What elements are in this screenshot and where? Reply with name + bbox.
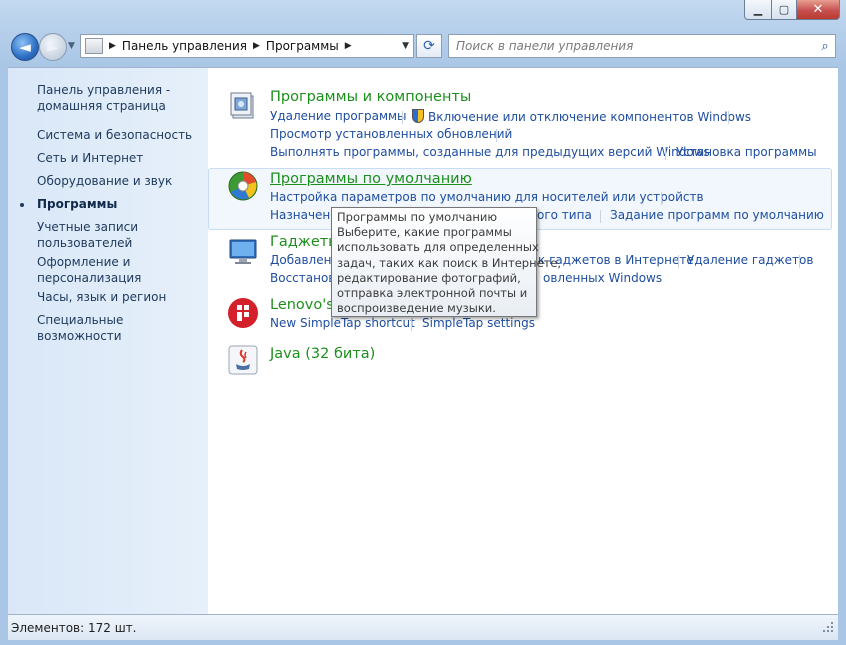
lenovo-simpletap-icon xyxy=(228,298,258,328)
default-programs-icon xyxy=(228,171,258,201)
sidebar-item-accessibility[interactable]: Специальные возможности xyxy=(37,312,202,344)
sidebar: Панель управления - домашняя страница Си… xyxy=(8,68,208,614)
tooltip-default-programs: Программы по умолчанию Выберите, какие п… xyxy=(331,207,562,317)
link-windows-features[interactable]: Включение или отключение компонентов Win… xyxy=(412,109,751,124)
link-autoplay-settings[interactable]: Настройка параметров по умолчанию для но… xyxy=(270,190,704,204)
tooltip-line: отправка электронной почты и xyxy=(337,286,528,301)
link-separator xyxy=(496,129,497,142)
tooltip-title: Программы по умолчанию xyxy=(337,210,498,224)
link-restore-gadgets-tail[interactable]: овленных Windows xyxy=(543,271,662,285)
resize-grip-icon[interactable] xyxy=(822,621,834,633)
category-title-gadgets[interactable]: Гаджеты xyxy=(270,234,340,250)
sidebar-item-home[interactable]: Панель управления - домашняя страница xyxy=(37,82,202,114)
maximize-button[interactable]: ▢ xyxy=(772,0,797,20)
sidebar-item-clock-language[interactable]: Часы, язык и регион xyxy=(37,289,202,305)
back-button[interactable]: ◄ xyxy=(11,33,39,61)
link-uninstall-program[interactable]: Удаление программы xyxy=(270,109,407,123)
sidebar-item-programs[interactable]: Программы xyxy=(20,196,202,212)
programs-features-icon xyxy=(230,92,254,119)
link-separator xyxy=(678,255,679,268)
link-label: Включение или отключение компонентов Win… xyxy=(428,110,752,124)
sidebar-item-hardware[interactable]: Оборудование и звук xyxy=(37,173,202,189)
search-input[interactable] xyxy=(449,38,815,54)
link-restore-gadgets[interactable]: Восстанов xyxy=(270,271,335,285)
link-simpletap-shortcut[interactable]: New SimpleTap shortcut xyxy=(270,316,415,330)
link-set-default-programs[interactable]: Задание программ по умолчанию xyxy=(610,208,824,222)
close-button[interactable]: ✕ xyxy=(797,0,840,20)
link-associate-file-type-tail[interactable]: ого типа xyxy=(537,208,592,222)
link-install-program[interactable]: Установка программы xyxy=(676,145,817,159)
minimize-button[interactable]: ▁ xyxy=(744,0,772,20)
recent-pages-dropdown-icon[interactable]: ▼ xyxy=(68,41,75,51)
address-dropdown-icon[interactable]: ▼ xyxy=(402,41,409,51)
tooltip-line: использовать для определенных xyxy=(337,240,539,255)
breadcrumb-control-panel[interactable]: Панель управления xyxy=(122,39,247,53)
uac-shield-icon xyxy=(412,109,424,123)
category-title-lenovo[interactable]: Lenovo's xyxy=(270,297,334,313)
link-separator xyxy=(411,318,412,331)
chevron-right-icon[interactable]: ▶ xyxy=(253,41,260,51)
link-separator xyxy=(600,210,601,223)
link-online-gadgets[interactable]: к гаджетов в Интернете xyxy=(538,253,694,267)
category-title-programs[interactable]: Программы и компоненты xyxy=(270,89,471,105)
link-separator xyxy=(665,147,666,160)
refresh-button[interactable]: ⟳ xyxy=(416,34,442,58)
address-bar[interactable]: ▶ Панель управления ▶ Программы ▶ ▼ xyxy=(80,34,414,58)
tooltip-line: задач, таких как поиск в Интернете, xyxy=(337,255,562,270)
category-programs: Программы и компоненты Удаление программ… xyxy=(208,86,830,160)
gadgets-icon xyxy=(229,239,257,264)
search-icon[interactable]: ⌕ xyxy=(815,39,835,54)
category-java: Java (32 бита) xyxy=(208,342,830,378)
status-bar: Элементов: 172 шт. xyxy=(8,614,838,640)
link-separator xyxy=(728,111,729,124)
items-count: Элементов: 172 шт. xyxy=(11,621,137,635)
category-title-java[interactable]: Java (32 бита) xyxy=(270,346,375,362)
link-simpletap-settings[interactable]: SimpleTap settings xyxy=(422,316,535,330)
window-controls: ▁ ▢ ✕ xyxy=(744,0,840,20)
tooltip-line: редактирование фотографий, xyxy=(337,270,521,285)
category-title-default-programs[interactable]: Программы по умолчанию xyxy=(270,171,472,187)
link-separator xyxy=(402,111,403,124)
chevron-right-icon[interactable]: ▶ xyxy=(109,41,116,51)
java-icon xyxy=(228,345,258,375)
client-area: Панель управления - домашняя страница Си… xyxy=(8,67,838,614)
link-compatibility[interactable]: Выполнять программы, созданные для преды… xyxy=(270,145,710,159)
navigation-bar: ◄ ► ▼ ▶ Панель управления ▶ Программы ▶ … xyxy=(8,32,838,61)
breadcrumb-programs[interactable]: Программы xyxy=(266,39,339,53)
control-panel-window: ▁ ▢ ✕ ◄ ► ▼ ▶ Панель управления ▶ Програ… xyxy=(0,0,846,645)
main-panel: Программы и компоненты Удаление программ… xyxy=(208,68,838,614)
chevron-right-icon[interactable]: ▶ xyxy=(345,41,352,51)
active-bullet xyxy=(20,203,24,207)
link-add-gadgets[interactable]: Добавлени xyxy=(270,253,339,267)
link-uninstall-gadget[interactable]: Удаление гаджетов xyxy=(687,253,813,267)
link-separator xyxy=(661,192,662,205)
sidebar-item-accounts[interactable]: Учетные записи пользователей xyxy=(37,219,202,251)
sidebar-item-appearance[interactable]: Оформление и персонализация xyxy=(37,254,202,286)
forward-button[interactable]: ► xyxy=(39,33,67,61)
search-box[interactable]: ⌕ xyxy=(448,34,836,58)
link-installed-updates[interactable]: Просмотр установленных обновлений xyxy=(270,127,512,141)
tooltip-line: Выберите, какие программы xyxy=(337,225,512,240)
tooltip-line: воспроизведение музыки. xyxy=(337,301,496,316)
sidebar-item-security[interactable]: Система и безопасность xyxy=(37,127,202,143)
sidebar-item-label: Программы xyxy=(37,197,118,211)
sidebar-item-network[interactable]: Сеть и Интернет xyxy=(37,150,202,166)
link-separator xyxy=(799,255,800,268)
control-panel-icon xyxy=(85,38,103,54)
